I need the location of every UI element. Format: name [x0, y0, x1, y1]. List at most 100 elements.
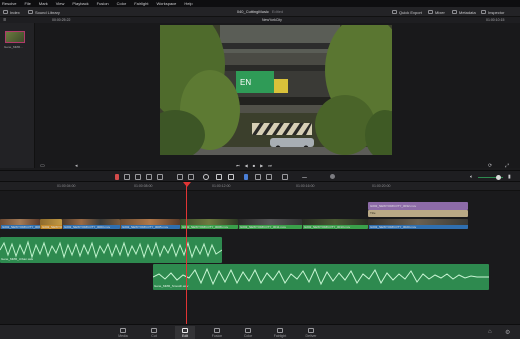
- page-tab-fairlight[interactable]: Fairlight: [270, 326, 290, 339]
- jump-end-icon[interactable]: ⏭: [268, 163, 272, 168]
- volume-icon[interactable]: 🔈︎: [470, 174, 473, 180]
- media-pool-button[interactable]: Index: [3, 9, 20, 15]
- color-page-icon: [245, 327, 251, 333]
- home-icon[interactable]: ⌂: [488, 329, 492, 335]
- audio-clip-label: Gene_MMR_Smooth.wav: [154, 284, 189, 288]
- video-clip-label: G002_NEWYORKCITY_0001.mov: [1, 225, 40, 229]
- video-clip[interactable]: G002_NEWYORKCITY_0008.mov: [180, 219, 238, 229]
- zoom-detail-icon[interactable]: [266, 174, 272, 180]
- menu-help[interactable]: Help: [184, 1, 192, 6]
- media-pool-panel: Gene_MMR...: [0, 23, 35, 168]
- upper-video-clip[interactable]: G002_NEWYORKCITY_0032.mov: [368, 202, 468, 210]
- snapping-icon[interactable]: [203, 174, 209, 180]
- marker-icon[interactable]: [244, 174, 248, 180]
- menu-color[interactable]: Color: [117, 1, 127, 6]
- media-clip-name: Gene_MMR...: [4, 45, 23, 49]
- audio-clip[interactable]: Gene_MMR_Urban.wav: [0, 237, 222, 263]
- playhead-handle[interactable]: [183, 182, 191, 187]
- viewer-frame[interactable]: EN: [160, 25, 392, 155]
- media-clip-thumbnail[interactable]: [5, 31, 25, 43]
- inspector-button[interactable]: Inspector: [481, 9, 504, 15]
- flag-icon[interactable]: [115, 174, 119, 180]
- metadata-label: Metadata: [459, 9, 476, 15]
- video-clip[interactable]: G002_NEWYORKCITY_0011.mov: [238, 219, 302, 229]
- dynamic-trim-icon[interactable]: [146, 174, 152, 180]
- page-tab-fusion[interactable]: Fusion: [207, 326, 227, 339]
- selection-tool-icon[interactable]: [124, 174, 130, 180]
- menu-view[interactable]: View: [56, 1, 65, 6]
- page-tab-edit[interactable]: Edit: [175, 326, 195, 339]
- media-pool-label: Index: [10, 9, 20, 15]
- menu-fairlight[interactable]: Fairlight: [134, 1, 148, 6]
- quick-export-label: Quick Export: [399, 9, 422, 15]
- menu-fusion[interactable]: Fusion: [97, 1, 109, 6]
- video-clip[interactable]: G002_NEWYORKCITY_0020.mov: [368, 219, 468, 229]
- ruler-timecode: 01:00:12:00: [212, 184, 231, 188]
- video-clip[interactable]: G002_NEWYORKCITY_0005.mov: [120, 219, 180, 229]
- insert-clip-icon[interactable]: [177, 174, 183, 180]
- ruler-timecode: 01:00:04:00: [57, 184, 76, 188]
- ruler-timecode: 01:00:16:00: [296, 184, 315, 188]
- video-clip-label: G002_NEWYORKCITY_0005.mov: [121, 225, 180, 229]
- video-clip-label: G002_NEWYORKCITY_0003.mov: [63, 225, 120, 229]
- menu-resolve[interactable]: Resolve: [2, 1, 16, 6]
- page-navigation: Media Cut Edit Fusion Color Fairlight De…: [0, 324, 520, 339]
- settings-gear-icon[interactable]: ⚙: [505, 329, 510, 336]
- play-reverse-icon[interactable]: ◀: [245, 163, 248, 168]
- page-tab-color[interactable]: Color: [238, 326, 258, 339]
- media-pool-icon: [3, 10, 8, 14]
- playhead[interactable]: [186, 182, 187, 324]
- audio-clip[interactable]: Gene_MMR_Smooth.wav: [153, 264, 489, 290]
- video-clip[interactable]: G002_NEWYORKCITY_0001.mov: [0, 219, 40, 229]
- transport-controls: ⏮ ◀ ■ ▶ ⏭: [236, 162, 286, 168]
- sound-library-icon: [28, 10, 33, 14]
- page-tab-deliver[interactable]: Deliver: [301, 326, 321, 339]
- volume-slider-handle[interactable]: [496, 175, 501, 180]
- upper-video-clip-label: G002_NEWYORKCITY_0032.mov: [370, 204, 417, 208]
- sound-library-button[interactable]: Sound Library: [28, 9, 60, 15]
- page-tab-cut[interactable]: Cut: [144, 326, 164, 339]
- zoom-full-icon[interactable]: [255, 174, 261, 180]
- zoom-in-icon[interactable]: [330, 174, 335, 179]
- position-lock-icon[interactable]: [228, 174, 234, 180]
- menu-playback[interactable]: Playback: [72, 1, 88, 6]
- page-tab-media[interactable]: Media: [113, 326, 133, 339]
- timeline-name[interactable]: NewYorkCity: [262, 18, 282, 22]
- meter-icon[interactable]: ▮: [508, 174, 511, 180]
- title-clip[interactable]: Title: [368, 210, 468, 217]
- zoom-custom-icon[interactable]: [282, 174, 288, 180]
- edit-page-icon: [182, 327, 188, 333]
- page-tab-label: Fusion: [211, 333, 223, 338]
- top-toolbar: Index Sound Library 040_CuttingMusic Edit…: [0, 7, 520, 17]
- video-clip[interactable]: G002_NEWYORKCITY_0013.mov: [302, 219, 368, 229]
- fullscreen-icon[interactable]: ⤢: [505, 163, 509, 169]
- metadata-button[interactable]: Metadata: [452, 9, 476, 15]
- overwrite-clip-icon[interactable]: [188, 174, 194, 180]
- timeline-ruler[interactable]: 01:00:04:00 01:00:08:00 01:00:12:00 01:0…: [0, 182, 520, 191]
- blade-tool-icon[interactable]: [157, 174, 163, 180]
- stop-icon[interactable]: ■: [253, 163, 255, 168]
- viewer-options-icon[interactable]: ▭: [40, 163, 45, 169]
- speaker-icon[interactable]: ◂: [75, 163, 78, 169]
- play-icon[interactable]: ▶: [260, 163, 263, 168]
- jump-start-icon[interactable]: ⏮: [236, 163, 240, 168]
- zoom-out-icon[interactable]: [302, 177, 307, 178]
- inspector-label: Inspector: [488, 9, 505, 15]
- video-frame-image: EN: [160, 25, 392, 155]
- export-icon: [392, 10, 397, 14]
- video-clip-label: G002_NEWYORKCITY_0011.mov: [239, 225, 302, 229]
- deliver-page-icon: [308, 327, 314, 333]
- video-clip-label: G002_NEWYORKCITY_0020.mov: [369, 225, 468, 229]
- menu-file[interactable]: File: [24, 1, 30, 6]
- menu-mark[interactable]: Mark: [39, 1, 48, 6]
- menu-workspace[interactable]: Workspace: [156, 1, 176, 6]
- video-clip[interactable]: G002_NEWYORKCITY_0003.mov: [62, 219, 120, 229]
- mixer-button[interactable]: Mixer: [428, 9, 445, 15]
- video-clip[interactable]: G002_NEWYORKCITY_0002.mov: [40, 219, 62, 229]
- list-view-icon[interactable]: ☰: [3, 18, 6, 22]
- loop-icon[interactable]: ⟳: [488, 163, 492, 169]
- trim-tool-icon[interactable]: [135, 174, 141, 180]
- title-clip-label: Title: [370, 211, 376, 215]
- linked-selection-icon[interactable]: [216, 174, 222, 180]
- quick-export-button[interactable]: Quick Export: [392, 9, 422, 15]
